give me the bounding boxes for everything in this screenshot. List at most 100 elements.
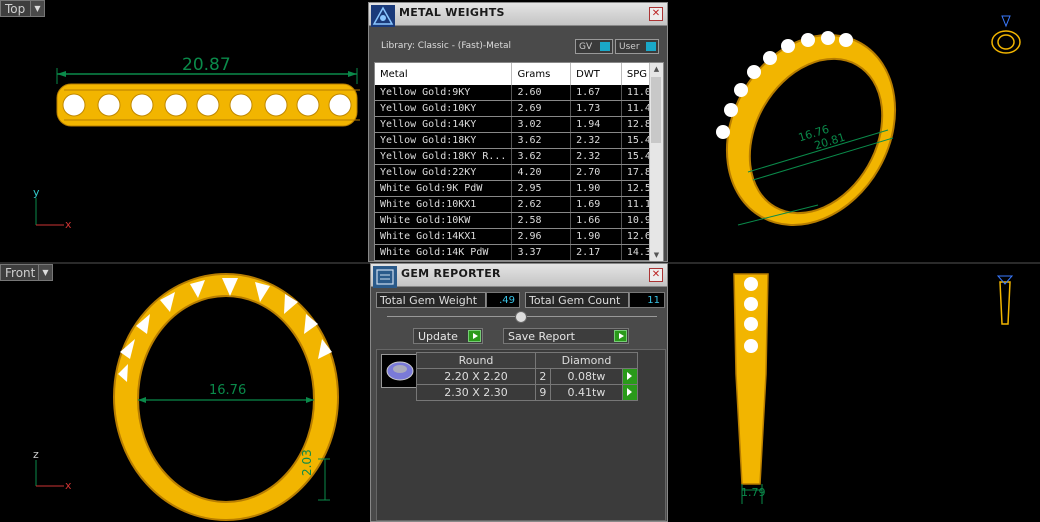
gem-table: Round Diamond 2.20 X 2.20 2 0.08tw 2.30 X 2… <box>416 352 638 401</box>
total-weight-value: .49 <box>486 292 520 308</box>
axis-z-label: z <box>33 448 39 461</box>
metal-row[interactable]: Yellow Gold:14KY 3.02 1.94 12.88 <box>375 116 663 133</box>
gem-shape-header: Round <box>416 352 536 369</box>
axis-x-label-front: x <box>65 479 72 492</box>
play-icon <box>468 330 481 342</box>
metal-row[interactable]: Yellow Gold:18KY 3.62 2.32 15.41 <box>375 132 663 149</box>
metal-table-grid: Metal Grams DWT SPG Yellow Gold:9KY 2.60 1… <box>375 63 663 261</box>
metal-cell-dwt: 2.32 <box>570 132 622 149</box>
update-button[interactable]: Update <box>413 328 483 344</box>
gem-thumbnail[interactable] <box>381 354 419 388</box>
gem-row[interactable]: 2.30 X 2.30 9 0.41tw <box>416 384 638 401</box>
metal-cell-name: White Gold:10KW <box>375 212 513 229</box>
metal-table[interactable]: Metal Grams DWT SPG Yellow Gold:9KY 2.60 1… <box>374 62 664 262</box>
metal-cell-dwt: 2.70 <box>570 164 622 181</box>
update-button-label: Update <box>418 329 458 343</box>
total-count-label: Total Gem Count <box>525 292 629 308</box>
metal-cell-grams: 3.62 <box>511 148 572 165</box>
col-grams[interactable]: Grams <box>511 63 572 85</box>
metal-cell-dwt: 1.90 <box>570 180 622 197</box>
metal-row[interactable]: Yellow Gold:10KY 2.69 1.73 11.45 <box>375 100 663 117</box>
user-toggle[interactable]: User <box>615 39 659 54</box>
front-dimension-height: 2.03 <box>300 449 314 476</box>
metal-cell-grams: 3.02 <box>511 116 572 133</box>
play-icon[interactable] <box>622 368 638 385</box>
front-view-drawing: z x <box>33 273 339 521</box>
viewport-top[interactable]: Top ▼ y x 20.87 <box>0 0 368 262</box>
close-icon[interactable]: ✕ <box>649 7 663 21</box>
gem-size-cell: 2.20 X 2.20 <box>416 368 536 385</box>
close-icon[interactable]: ✕ <box>649 268 663 282</box>
metal-row[interactable]: White Gold:14K PdW 3.37 2.17 14.37 <box>375 244 663 261</box>
metal-cell-grams: 4.20 <box>511 164 572 181</box>
gem-count-cell: 9 <box>535 384 551 401</box>
metal-row[interactable]: White Gold:14KX1 2.96 1.90 12.62 <box>375 228 663 245</box>
metal-cell-grams: 2.60 <box>511 85 572 101</box>
viewport-side[interactable]: 1.79 <box>668 264 1040 522</box>
metal-cell-grams: 2.95 <box>511 180 572 197</box>
library-label: Library: Classic - (Fast)-Metal <box>381 41 512 51</box>
side-dimension: 1.79 <box>741 486 766 499</box>
gem-row[interactable]: 2.20 X 2.20 2 0.08tw <box>416 368 638 385</box>
metal-cell-dwt: 1.69 <box>570 196 622 213</box>
metal-weights-panel[interactable]: METAL WEIGHTS ✕ Library: Classic - (Fast… <box>368 2 668 262</box>
gem-count-cell: 2 <box>535 368 551 385</box>
metal-row[interactable]: White Gold:9K PdW 2.95 1.90 12.59 <box>375 180 663 197</box>
ring-perspective-icon <box>991 30 1021 54</box>
metal-cell-dwt: 1.90 <box>570 228 622 245</box>
metal-cell-dwt: 1.94 <box>570 116 622 133</box>
metal-cell-grams: 2.58 <box>511 212 572 229</box>
gv-toggle-knob <box>600 42 610 51</box>
perspective-view-drawing <box>716 15 1021 226</box>
metal-table-scrollbar[interactable]: ▲ ▼ <box>649 63 663 261</box>
metal-cell-dwt: 2.32 <box>570 148 622 165</box>
metal-cell-name: Yellow Gold:22KY <box>375 164 513 181</box>
play-icon[interactable] <box>622 384 638 401</box>
gem-reporter-titlebar[interactable]: GEM REPORTER ✕ <box>371 264 667 288</box>
metal-cell-name: White Gold:9K PdW <box>375 180 513 197</box>
front-dimension-width: 16.76 <box>209 383 247 398</box>
play-icon <box>614 330 627 342</box>
scroll-up-icon[interactable]: ▲ <box>650 63 663 75</box>
user-toggle-label: User <box>619 41 640 52</box>
axis-x-label: x <box>65 218 72 231</box>
metal-row[interactable]: Yellow Gold:9KY 2.60 1.67 11.08 <box>375 85 663 101</box>
col-metal[interactable]: Metal <box>375 63 513 85</box>
scroll-down-icon[interactable]: ▼ <box>650 249 663 261</box>
save-report-button-label: Save Report <box>508 329 575 343</box>
metal-cell-name: Yellow Gold:14KY <box>375 116 513 133</box>
scroll-thumb[interactable] <box>651 77 661 143</box>
save-report-button[interactable]: Save Report <box>503 328 629 344</box>
metal-cell-dwt: 1.66 <box>570 212 622 229</box>
ring-side-icon <box>999 281 1011 325</box>
gv-toggle-label: GV <box>579 41 593 52</box>
metal-cell-name: White Gold:10KX1 <box>375 196 513 213</box>
metal-row[interactable]: Yellow Gold:18KY R... 3.62 2.32 15.41 <box>375 148 663 165</box>
gv-toggle[interactable]: GV <box>575 39 613 54</box>
metal-row[interactable]: White Gold:10KW 2.58 1.66 10.99 <box>375 212 663 229</box>
viewport-front[interactable]: Front ▼ z x 16.76 2.03 <box>0 264 368 522</box>
splitter-knob[interactable] <box>515 311 527 323</box>
metal-cell-name: Yellow Gold:18KY R... <box>375 148 513 165</box>
viewport-perspective[interactable]: 16.76 20.81 <box>668 0 1040 262</box>
user-toggle-knob <box>646 42 656 51</box>
round-gem-icon <box>386 361 414 381</box>
metal-cell-grams: 2.62 <box>511 196 572 213</box>
gem-table-header: Round Diamond <box>416 352 638 369</box>
gem-weight-cell: 0.41tw <box>549 384 624 401</box>
metal-cell-grams: 2.96 <box>511 228 572 245</box>
metal-cell-name: Yellow Gold:10KY <box>375 100 513 117</box>
splitter-handle[interactable] <box>387 311 657 323</box>
metal-cell-name: White Gold:14K PdW <box>375 244 513 261</box>
metal-row[interactable]: Yellow Gold:22KY 4.20 2.70 17.89 <box>375 164 663 181</box>
app-logo-icon <box>371 5 395 27</box>
gem-reporter-panel[interactable]: GEM REPORTER ✕ Total Gem Weight .49 Tota… <box>370 263 668 522</box>
metal-cell-name: White Gold:14KX1 <box>375 228 513 245</box>
metal-row[interactable]: White Gold:10KX1 2.62 1.69 11.18 <box>375 196 663 213</box>
metal-cell-dwt: 1.73 <box>570 100 622 117</box>
metal-cell-dwt: 1.67 <box>570 85 622 101</box>
metal-cell-grams: 3.37 <box>511 244 572 261</box>
metal-weights-titlebar[interactable]: METAL WEIGHTS ✕ <box>369 3 667 27</box>
gem-size-cell: 2.30 X 2.30 <box>416 384 536 401</box>
col-dwt[interactable]: DWT <box>570 63 622 85</box>
